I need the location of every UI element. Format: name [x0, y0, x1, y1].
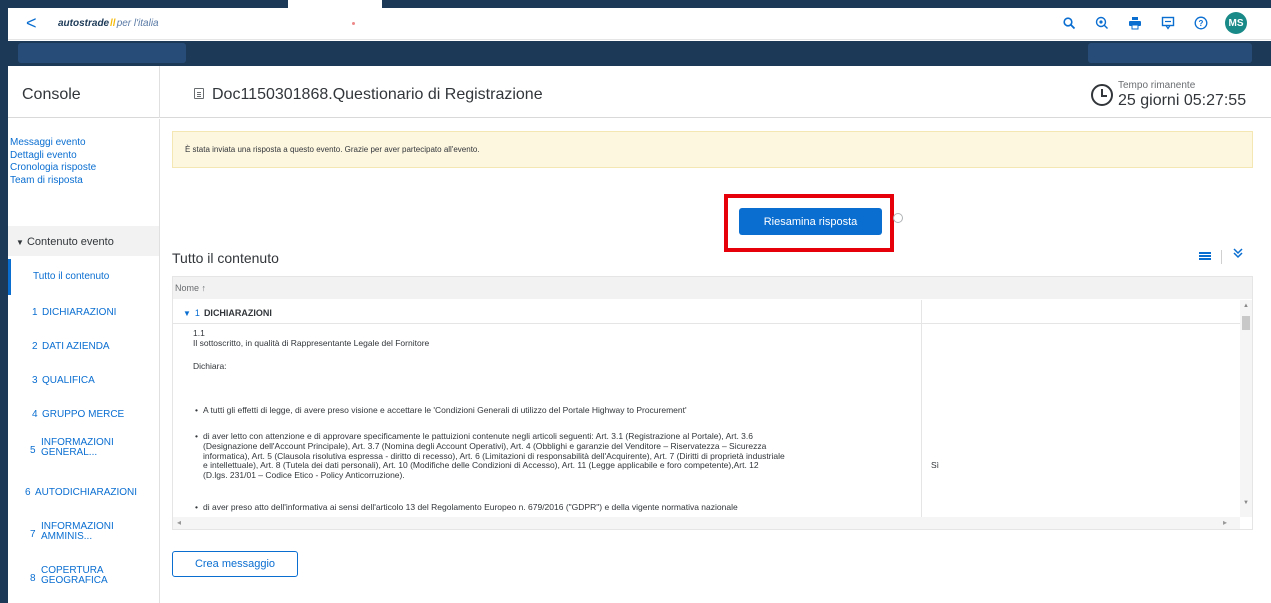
nav-band-right [1088, 43, 1252, 63]
sidebar-links: Messaggi evento Dettagli evento Cronolog… [10, 137, 96, 187]
scroll-right-icon[interactable]: ▸ [1223, 518, 1227, 527]
section-contenuto-evento[interactable]: ▼ Contenuto evento [8, 226, 159, 256]
content-table: Nome ↑ ▼ 1 DICHIARAZIONI 1.1 Il sottoscrit… [172, 276, 1253, 530]
console-title: Console [22, 86, 81, 103]
group-label: ▼ 1 DICHIARAZIONI [183, 308, 272, 318]
expand-triangle-icon[interactable]: ▼ [183, 309, 191, 318]
feedback-icon[interactable] [1159, 14, 1177, 32]
print-icon[interactable] [1126, 14, 1144, 32]
dichiara-text: Dichiara: [193, 361, 227, 371]
nav-num: 4 [32, 409, 38, 420]
bullet-line: (D.lgs. 231/01 – Codice Etico - Policy A… [203, 470, 405, 481]
header-divider [159, 66, 160, 118]
info-message-bar: È stata inviata una risposta a questo ev… [172, 131, 1253, 168]
vertical-scrollbar[interactable]: ▲ ▼ [1240, 300, 1252, 517]
nav-num: 3 [32, 375, 38, 386]
group-row-dichiarazioni[interactable]: ▼ 1 DICHIARAZIONI [173, 300, 1240, 324]
sidebar-item-tutto[interactable]: Tutto il contenuto [8, 259, 159, 295]
column-header-nome[interactable]: Nome ↑ [173, 277, 1252, 299]
answer-value: Sì [931, 460, 940, 470]
nav-label-line2: AMMINIS... [41, 531, 93, 542]
time-remaining-value: 25 giorni 05:27:55 [1118, 92, 1247, 109]
review-response-button[interactable]: Riesamina risposta [739, 208, 882, 235]
nav-label: DICHIARAZIONI [42, 307, 117, 318]
collapse-triangle-icon: ▼ [16, 238, 24, 247]
toolbar-separator [1221, 250, 1222, 264]
clock-icon [1091, 84, 1113, 106]
nav-num: 1 [32, 307, 38, 318]
bullet-gdpr: di aver preso atto dell'informativa ai s… [195, 502, 923, 513]
sidebar-item-autodichiarazioni[interactable]: 6 AUTODICHIARAZIONI [8, 469, 159, 507]
time-remaining-label: Tempo rimanente [1118, 80, 1196, 91]
link-dettagli-evento[interactable]: Dettagli evento [10, 150, 96, 163]
window-frame-left [0, 0, 8, 603]
scroll-thumb[interactable] [1242, 316, 1250, 330]
section-title: Contenuto evento [26, 236, 114, 248]
nav-label: GRUPPO MERCE [42, 409, 125, 420]
link-messaggi-evento[interactable]: Messaggi evento [10, 137, 96, 150]
document-icon [194, 88, 204, 99]
nav-label-line2: GENERAL... [41, 447, 98, 458]
svg-text:?: ? [1199, 19, 1204, 28]
nav-num: 8 [30, 573, 36, 584]
page-header: Console Doc1150301868.Questionario di Re… [8, 66, 1271, 118]
shell-bar: < autostrade//per l'italia ? MS [8, 8, 1271, 40]
sidebar-item-dati-azienda[interactable]: 2 DATI AZIENDA [8, 329, 159, 363]
shell-indicator [352, 22, 355, 25]
sidebar-item-informazioni-general[interactable]: 5 INFORMAZIONI GENERAL... [8, 429, 159, 469]
nav-num: 6 [25, 487, 31, 498]
window-frame-top [0, 0, 1271, 8]
sidebar-item-informazioni-amminis[interactable]: 7 INFORMAZIONI AMMINIS... [8, 507, 159, 551]
sidebar: Messaggi evento Dettagli evento Cronolog… [8, 119, 160, 603]
content-title: Tutto il contenuto [172, 250, 279, 266]
shell-actions: ? MS [1060, 12, 1247, 34]
sidebar-item-gruppo-merce[interactable]: 4 GRUPPO MERCE [8, 397, 159, 429]
logo-tail: per l'italia [116, 18, 159, 29]
scroll-left-icon[interactable]: ◂ [177, 518, 181, 527]
create-message-button[interactable]: Crea messaggio [172, 551, 298, 577]
item-text: Il sottoscritto, in qualità di Rappresen… [193, 338, 430, 348]
nav-band-left [18, 43, 186, 63]
scroll-down-icon[interactable]: ▼ [1243, 500, 1249, 506]
nav-label: DATI AZIENDA [42, 341, 110, 352]
nav-label: Tutto il contenuto [33, 271, 110, 282]
link-team-di-risposta[interactable]: Team di risposta [10, 175, 96, 188]
info-icon[interactable] [893, 213, 903, 223]
page-title: Doc1150301868.Questionario di Registrazi… [212, 86, 543, 103]
nav-label: AUTODICHIARAZIONI [35, 487, 138, 498]
help-icon[interactable]: ? [1192, 14, 1210, 32]
search-icon[interactable] [1060, 14, 1078, 32]
bullet-articoli: di aver letto con attenzione e di approv… [195, 431, 923, 481]
nav-label: QUALIFICA [42, 375, 95, 386]
user-avatar[interactable]: MS [1225, 12, 1247, 34]
company-logo[interactable]: autostrade//per l'italia [58, 18, 159, 29]
nav-num: 5 [30, 445, 36, 456]
nav-num: 2 [32, 341, 38, 352]
nav-num: 7 [30, 529, 36, 540]
horizontal-scrollbar[interactable]: ◂ ▸ [173, 517, 1240, 529]
group-num: 1 [194, 308, 200, 318]
back-button[interactable]: < [26, 14, 37, 32]
table-view-icon[interactable] [1199, 252, 1211, 261]
bullet-condizioni: A tutti gli effetti di legge, di avere p… [195, 405, 923, 416]
group-name: DICHIARAZIONI [203, 308, 272, 318]
scroll-up-icon[interactable]: ▲ [1243, 303, 1249, 309]
nav-band [8, 41, 1271, 66]
logo-brand: autostrade [58, 18, 110, 29]
sidebar-item-dichiarazioni[interactable]: 1 DICHIARAZIONI [8, 295, 159, 329]
sidebar-item-qualifica[interactable]: 3 QUALIFICA [8, 363, 159, 397]
nav-label-line2: GEOGRAFICA [41, 575, 108, 586]
link-cronologia-risposte[interactable]: Cronologia risposte [10, 162, 96, 175]
double-chevron-down-icon[interactable] [1232, 247, 1244, 262]
notification-icon[interactable] [1093, 14, 1111, 32]
sidebar-item-copertura-geografica[interactable]: 8 COPERTURA GEOGRAFICA [8, 551, 159, 595]
logo-separator: // [110, 18, 116, 29]
